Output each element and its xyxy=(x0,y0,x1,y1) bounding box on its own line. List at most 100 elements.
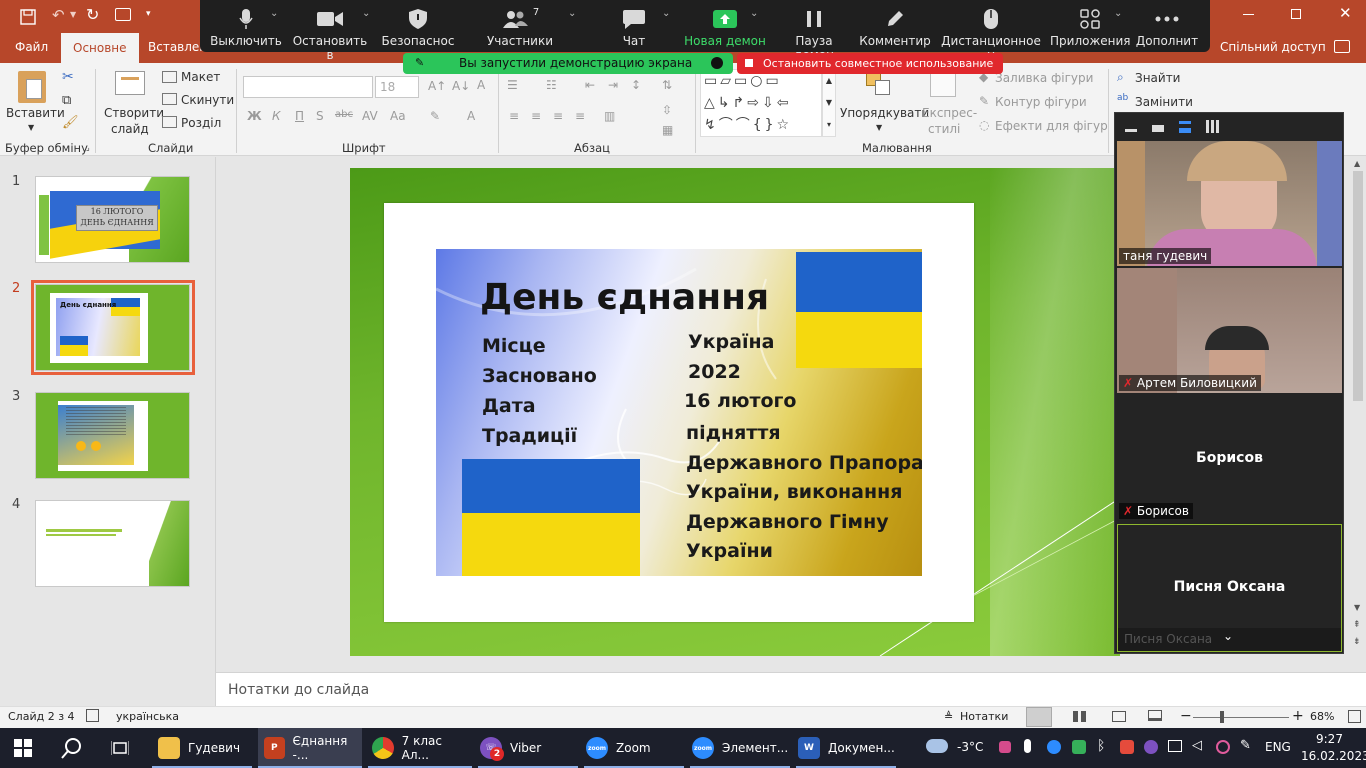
section-icon[interactable] xyxy=(162,116,177,128)
scroll-up-arrow-icon[interactable]: ▲ xyxy=(1354,159,1360,168)
quick-styles-button[interactable]: Експрес- xyxy=(922,106,977,120)
tray-icon-edge[interactable] xyxy=(1216,740,1230,754)
video-tile-1[interactable]: таня гудевич xyxy=(1117,141,1342,266)
taskbar-item-zoom-element[interactable]: zoom Элемент... xyxy=(690,728,790,768)
layout-button[interactable]: Макет xyxy=(181,70,220,84)
change-case-icon[interactable]: Aa xyxy=(390,109,406,123)
slide-thumbnail-4[interactable] xyxy=(35,500,190,587)
slide-thumbnail-1[interactable]: 16 ЛЮТОГО ДЕНЬ ЄДНАННЯ xyxy=(35,176,190,263)
notes-pane[interactable]: Нотатки до слайда xyxy=(216,672,1366,706)
next-slide-icon[interactable]: ⇟ xyxy=(1353,637,1361,647)
smartart-icon[interactable]: ▦ xyxy=(662,123,673,137)
zoom-out-icon[interactable]: − xyxy=(1180,708,1192,724)
align-text-icon[interactable]: ⇳ xyxy=(662,103,672,117)
shape-outline-icon[interactable]: ✎ xyxy=(979,94,989,108)
customize-toolbar-icon[interactable]: ▾ xyxy=(146,9,151,19)
input-language[interactable]: ENG xyxy=(1265,740,1291,754)
numbering-icon[interactable]: ☷ xyxy=(546,78,557,92)
hide-video-icon[interactable] xyxy=(1152,125,1164,132)
notes-toggle-button[interactable]: Нотатки xyxy=(960,710,1008,723)
comments-icon[interactable] xyxy=(1334,40,1350,53)
scroll-down-chevron-icon[interactable]: ⌄ xyxy=(1223,629,1233,643)
minimize-gallery-icon[interactable] xyxy=(1125,129,1137,132)
reading-view-icon[interactable] xyxy=(1112,711,1126,722)
copy-icon[interactable]: ⧉ xyxy=(62,93,71,108)
mute-options-chevron-icon[interactable]: ⌄ xyxy=(270,8,278,19)
slide-sorter-icon[interactable] xyxy=(1073,711,1086,722)
shadow-icon[interactable]: S xyxy=(316,109,324,123)
arrange-icon[interactable] xyxy=(866,71,892,97)
slide-thumbnail-3[interactable] xyxy=(35,392,190,479)
annotate-button[interactable]: Комментир xyxy=(858,8,932,48)
close-button[interactable]: ✕ xyxy=(1339,4,1352,22)
tab-file[interactable]: Файл xyxy=(15,40,48,54)
more-button[interactable]: Дополнит xyxy=(1130,8,1204,48)
start-button[interactable] xyxy=(14,728,32,768)
chat-chevron-icon[interactable]: ⌄ xyxy=(662,8,670,19)
italic-icon[interactable]: К xyxy=(272,109,281,123)
spellcheck-icon[interactable] xyxy=(86,709,99,722)
video-tile-2[interactable]: ✗ Артем Биловицкий xyxy=(1117,268,1342,393)
normal-view-icon[interactable] xyxy=(1026,707,1052,727)
stop-share-button[interactable]: Остановить совместное использование xyxy=(737,53,1003,74)
undo-dropdown-icon[interactable]: ▼ xyxy=(70,10,76,19)
align-right-icon[interactable]: ≡ xyxy=(553,109,563,123)
slide-thumbnail-2[interactable]: День єднання xyxy=(35,284,190,371)
sharing-indicator[interactable]: ✎ Вы запустили демонстрацию экрана xyxy=(403,53,733,74)
task-view-button[interactable] xyxy=(111,728,129,768)
video-tile-4[interactable]: Писня Оксана Писня Оксана ⌄ xyxy=(1117,524,1342,652)
paste-icon[interactable] xyxy=(18,71,46,103)
participants-button[interactable]: 7 Участники xyxy=(482,7,558,49)
format-painter-icon[interactable]: 🖌 xyxy=(62,115,79,130)
gallery-view-icon[interactable] xyxy=(1206,120,1219,133)
clock-date[interactable]: 16.02.2023 xyxy=(1301,749,1366,763)
current-slide[interactable]: День єднання Місце Засновано Дата Традиц… xyxy=(350,168,1120,656)
justify-icon[interactable]: ≡ xyxy=(575,109,585,123)
layout-icon[interactable] xyxy=(162,71,177,83)
find-button[interactable]: Знайти xyxy=(1135,71,1180,85)
shape-effects-button[interactable]: Ефекти для фігур xyxy=(995,119,1108,133)
bullets-icon[interactable]: ☰ xyxy=(507,78,518,92)
taskbar-item-word[interactable]: W Докумен... xyxy=(796,728,896,768)
strikethrough-icon[interactable]: abc xyxy=(335,109,353,120)
weather-cloud-icon[interactable] xyxy=(926,739,948,753)
replace-button[interactable]: Замінити xyxy=(1135,95,1193,109)
stop-video-button[interactable]: Остановить в xyxy=(290,8,370,62)
tray-microphone-icon[interactable] xyxy=(1024,739,1031,753)
speaker-view-icon[interactable] xyxy=(1179,121,1191,133)
new-slide-button[interactable]: Створити xyxy=(104,106,164,120)
tray-volume-icon[interactable]: ◁ xyxy=(1192,738,1202,753)
new-slide-button-line2[interactable]: слайд xyxy=(111,122,149,136)
shape-effects-icon[interactable]: ◌ xyxy=(979,118,989,132)
scroll-down-arrow-icon[interactable]: ▼ xyxy=(1354,603,1360,612)
increase-indent-icon[interactable]: ⇥ xyxy=(608,78,618,92)
slide-scrollbar[interactable]: ▲ ▼ ⇞ ⇟ xyxy=(1350,157,1366,657)
taskbar-item-zoom[interactable]: zoom Zoom xyxy=(584,728,684,768)
tray-icon-green[interactable] xyxy=(1072,740,1086,754)
reset-icon[interactable] xyxy=(162,93,177,105)
weather-temperature[interactable]: -3°C xyxy=(957,740,983,754)
reset-button[interactable]: Скинути xyxy=(181,93,234,107)
shapes-gallery[interactable]: ▭▱▭○▭ △↳↱⇨⇩⇦ ↯⌒⌒{}☆ xyxy=(700,69,822,137)
participants-chevron-icon[interactable]: ⌄ xyxy=(568,8,576,19)
tray-bluetooth-icon[interactable]: ᛒ xyxy=(1097,738,1105,754)
zoom-slider-thumb[interactable] xyxy=(1220,711,1224,723)
underline-icon[interactable]: П xyxy=(295,109,304,123)
video-options-chevron-icon[interactable]: ⌄ xyxy=(362,8,370,19)
shape-outline-button[interactable]: Контур фігури xyxy=(995,95,1087,109)
shapes-gallery-scroll[interactable]: ▲ ▼ ▾ xyxy=(822,69,836,137)
line-spacing-icon[interactable]: ↕ xyxy=(631,78,641,92)
restore-button[interactable] xyxy=(1291,9,1301,19)
apps-chevron-icon[interactable]: ⌄ xyxy=(1114,8,1122,19)
taskbar-item-powerpoint[interactable]: P Єднання -... xyxy=(258,728,362,768)
arrange-button[interactable]: Упорядкувати xyxy=(840,106,929,120)
clock-time[interactable]: 9:27 xyxy=(1316,732,1343,746)
zoom-level[interactable]: 68% xyxy=(1310,710,1334,723)
scroll-thumb[interactable] xyxy=(1353,171,1363,401)
new-slide-icon[interactable] xyxy=(115,71,145,95)
columns-icon[interactable]: ▥ xyxy=(604,109,615,123)
tray-viber-icon[interactable] xyxy=(1144,740,1158,754)
tab-home[interactable]: Основне xyxy=(61,33,139,63)
increase-font-icon[interactable]: A↑ xyxy=(428,79,446,93)
security-button[interactable]: Безопаснос xyxy=(380,8,456,48)
